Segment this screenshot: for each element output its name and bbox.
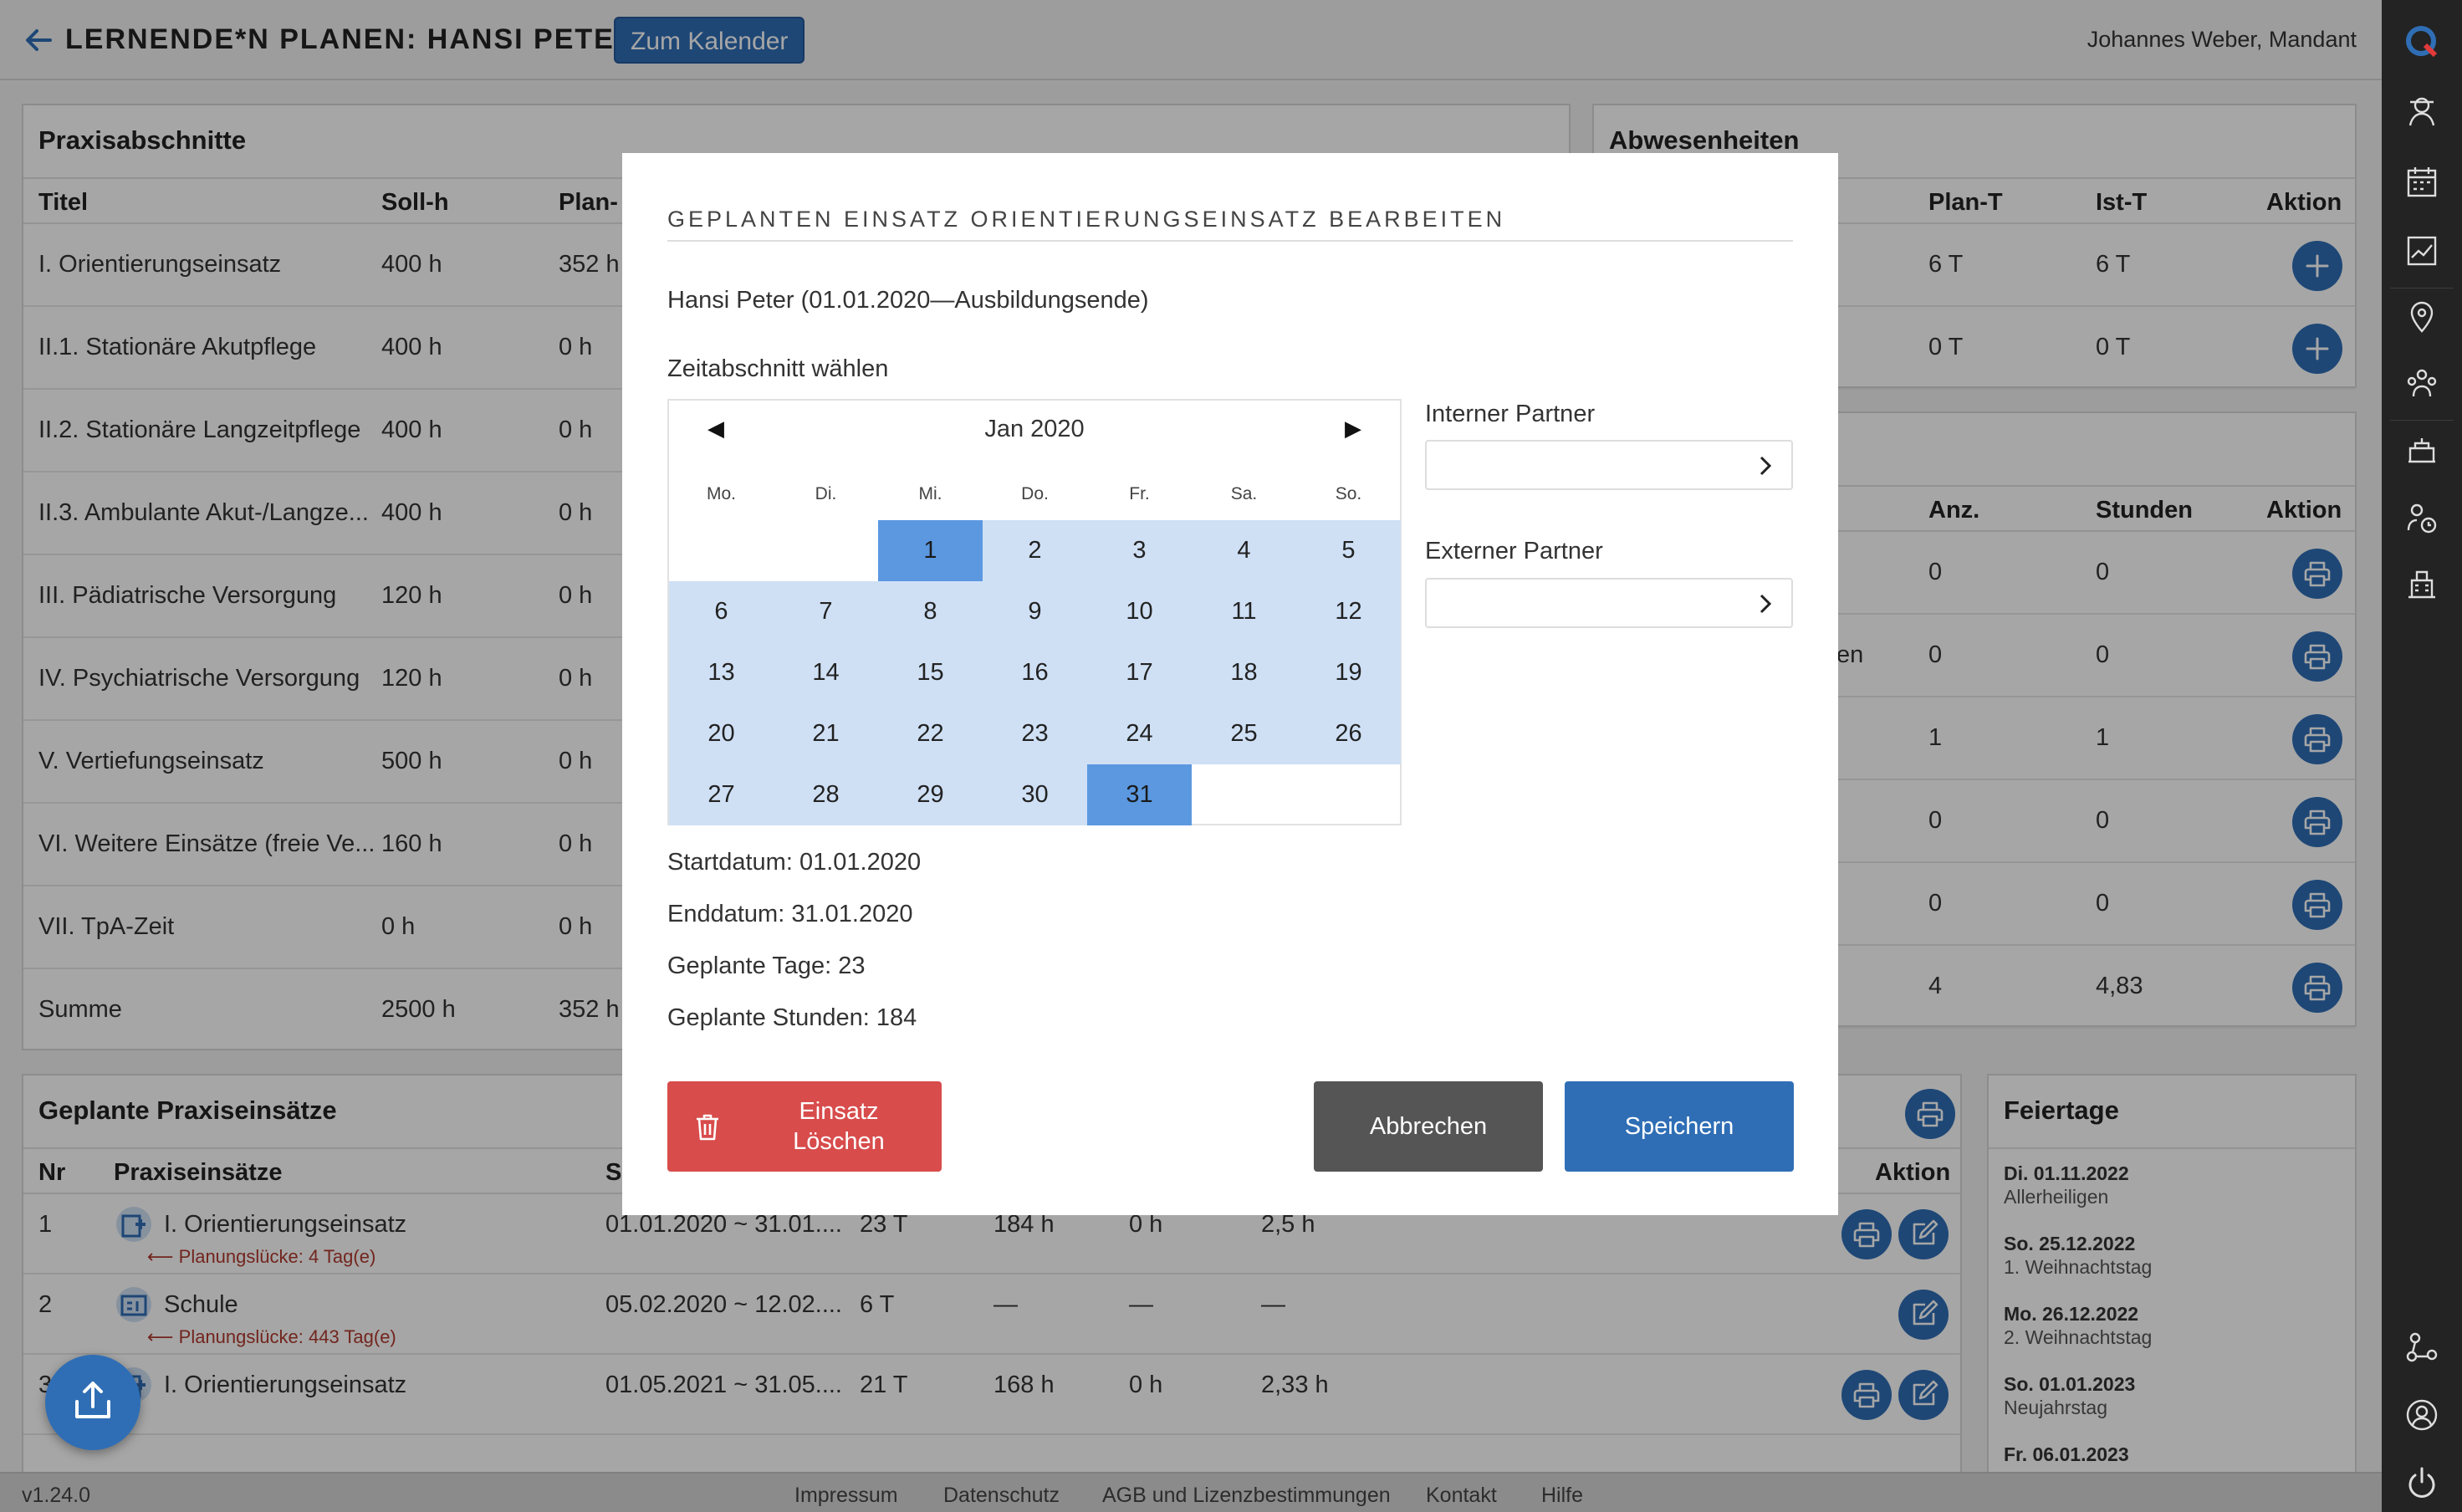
calendar-day[interactable]: 16 bbox=[983, 642, 1087, 703]
delete-label-line1: Einsatz bbox=[799, 1098, 879, 1125]
calendar-day[interactable]: 20 bbox=[669, 703, 774, 764]
calendar-day[interactable]: 12 bbox=[1296, 581, 1401, 642]
calendar-day[interactable]: 13 bbox=[669, 642, 774, 703]
calendar-day[interactable]: 5 bbox=[1296, 520, 1401, 581]
next-month-button[interactable]: ▶ bbox=[1345, 416, 1361, 442]
calendar-day[interactable]: 28 bbox=[774, 764, 878, 825]
calendar-day[interactable]: 18 bbox=[1192, 642, 1296, 703]
weekday-label: Mo. bbox=[706, 484, 736, 503]
person-info: Hansi Peter (01.01.2020—Ausbildungsende) bbox=[667, 287, 1149, 314]
report-icon[interactable] bbox=[2403, 232, 2440, 269]
delete-label-line2: Löschen bbox=[793, 1128, 885, 1155]
calendar-icon[interactable] bbox=[2403, 164, 2440, 201]
app-rail bbox=[2382, 0, 2462, 1512]
calendar-day[interactable]: 4 bbox=[1192, 520, 1296, 581]
calendar-month-label: Jan 2020 bbox=[984, 416, 1085, 442]
save-button[interactable]: Speichern bbox=[1565, 1081, 1794, 1172]
calendar-day[interactable]: 8 bbox=[878, 581, 983, 642]
planned-days-text: Geplante Tage: 23 bbox=[667, 953, 866, 979]
delete-button-label: Einsatz Löschen bbox=[751, 1096, 927, 1157]
person-clock-icon[interactable] bbox=[2403, 500, 2440, 537]
power-icon[interactable] bbox=[2403, 1465, 2440, 1502]
calendar-day[interactable]: 6 bbox=[669, 581, 774, 642]
user-account-icon[interactable] bbox=[2403, 1397, 2440, 1433]
internal-partner-select[interactable] bbox=[1425, 440, 1793, 490]
weekday-label: Do. bbox=[1021, 484, 1049, 503]
weekday-label: Sa. bbox=[1230, 484, 1258, 503]
calendar-day[interactable]: 25 bbox=[1192, 703, 1296, 764]
external-partner-select[interactable] bbox=[1425, 578, 1793, 628]
weekday-label: Fr. bbox=[1129, 484, 1150, 503]
cancel-button[interactable]: Abbrechen bbox=[1314, 1081, 1543, 1172]
chevron-right-icon bbox=[1760, 594, 1772, 614]
calendar-day[interactable]: 1 bbox=[878, 520, 983, 581]
calendar-day[interactable]: 15 bbox=[878, 642, 983, 703]
calendar-day[interactable]: 21 bbox=[774, 703, 878, 764]
start-date-text: Startdatum: 01.01.2020 bbox=[667, 849, 922, 876]
edit-assignment-dialog: GEPLANTEN EINSATZ ORIENTIERUNGSEINSATZ B… bbox=[622, 153, 1838, 1215]
calendar-day[interactable]: 11 bbox=[1192, 581, 1296, 642]
calendar-day[interactable]: 30 bbox=[983, 764, 1087, 825]
calendar-day[interactable]: 10 bbox=[1087, 581, 1192, 642]
calendar-day[interactable]: 22 bbox=[878, 703, 983, 764]
calendar-day[interactable]: 26 bbox=[1296, 703, 1401, 764]
delete-assignment-button[interactable]: Einsatz Löschen bbox=[667, 1081, 942, 1172]
weekday-label: Mi. bbox=[918, 484, 942, 503]
calendar-day[interactable]: 2 bbox=[983, 520, 1087, 581]
weekday-label: So. bbox=[1335, 484, 1362, 503]
calendar-day[interactable]: 9 bbox=[983, 581, 1087, 642]
app-logo-icon[interactable] bbox=[2403, 23, 2440, 60]
calendar-day[interactable]: 3 bbox=[1087, 520, 1192, 581]
school-icon[interactable] bbox=[2403, 432, 2440, 468]
weekday-label: Di. bbox=[815, 484, 837, 503]
calendar-day[interactable]: 19 bbox=[1296, 642, 1401, 703]
calendar-day[interactable]: 31 bbox=[1087, 764, 1192, 825]
calendar-day[interactable]: 23 bbox=[983, 703, 1087, 764]
rail-divider bbox=[2390, 288, 2454, 289]
calendar-day[interactable]: 24 bbox=[1087, 703, 1192, 764]
network-icon[interactable] bbox=[2403, 1330, 2440, 1366]
calendar-day[interactable]: 14 bbox=[774, 642, 878, 703]
rail-divider bbox=[2390, 420, 2454, 421]
date-range-calendar: ◀ Jan 2020 ▶ Mo. Di. Mi. Do. Fr. Sa. So. 1 2 3 4 5 6… bbox=[667, 399, 1402, 825]
internal-partner-label: Interner Partner bbox=[1425, 401, 1596, 427]
upload-icon bbox=[75, 1382, 110, 1418]
calendar-day[interactable]: 29 bbox=[878, 764, 983, 825]
calendar-day[interactable]: 7 bbox=[774, 581, 878, 642]
period-label: Zeitabschnitt wählen bbox=[667, 355, 889, 382]
team-icon[interactable] bbox=[2403, 365, 2440, 401]
location-icon[interactable] bbox=[2403, 298, 2440, 335]
divider bbox=[667, 240, 1793, 242]
students-icon[interactable] bbox=[2403, 94, 2440, 130]
end-date-text: Enddatum: 31.01.2020 bbox=[667, 901, 913, 927]
external-partner-label: Externer Partner bbox=[1425, 538, 1603, 564]
calendar-day[interactable]: 27 bbox=[669, 764, 774, 825]
planned-hours-text: Geplante Stunden: 184 bbox=[667, 1004, 917, 1031]
chevron-right-icon bbox=[1760, 456, 1772, 476]
calendar-day[interactable]: 17 bbox=[1087, 642, 1192, 703]
building-icon[interactable] bbox=[2403, 565, 2440, 602]
app-root: LERNENDE*N PLANEN: HANSI PETER Zum Kalen… bbox=[0, 0, 2382, 1512]
upload-fab-button[interactable] bbox=[45, 1355, 140, 1450]
dialog-title: GEPLANTEN EINSATZ ORIENTIERUNGSEINSATZ B… bbox=[667, 207, 1506, 232]
trash-icon bbox=[697, 1114, 718, 1141]
